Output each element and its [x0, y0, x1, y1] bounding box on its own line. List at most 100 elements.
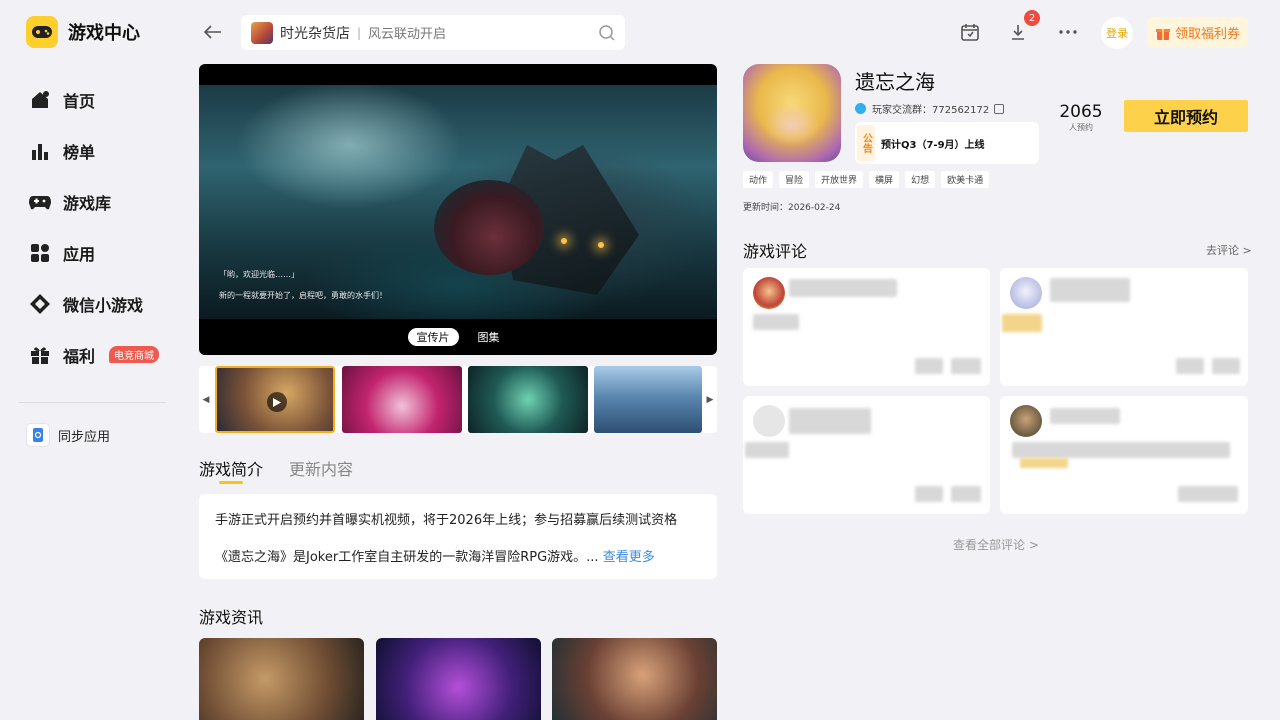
announcement-card: 公告 预计Q3（7-9月）上线	[855, 122, 1039, 164]
blurred-review-text	[1012, 442, 1230, 458]
tab-update-content[interactable]: 更新内容	[289, 456, 353, 480]
review-card[interactable]	[743, 268, 990, 386]
game-tag[interactable]: 动作	[743, 171, 774, 188]
arrow-left-icon	[204, 25, 221, 39]
reservation-count-label: 人预约	[1069, 123, 1093, 132]
ranking-icon	[28, 139, 52, 163]
sidebar: 游戏中心 首页 榜单 游戏库 应用 微信小游戏 福利 电竞商城 同步应用	[0, 0, 183, 720]
news-card[interactable]	[552, 638, 717, 720]
sync-phone-icon	[26, 423, 50, 447]
blurred-meta	[915, 486, 943, 502]
blurred-username	[789, 408, 871, 434]
game-tag[interactable]: 开放世界	[815, 171, 864, 188]
blurred-meta	[1212, 358, 1240, 374]
chevron-left-icon[interactable]: ◀	[199, 390, 213, 410]
go-review-link[interactable]: 去评论 >	[1206, 242, 1252, 258]
blurred-meta	[915, 358, 943, 374]
gamepad-icon	[28, 190, 52, 214]
sidebar-divider	[19, 402, 166, 403]
more-dots-icon	[1059, 30, 1077, 34]
avatar	[753, 405, 785, 437]
sidebar-item-apps[interactable]: 应用	[28, 227, 168, 278]
game-tag[interactable]: 横屏	[869, 171, 900, 188]
sync-apps-button[interactable]: 同步应用	[26, 423, 110, 447]
calendar-button[interactable]	[959, 21, 981, 43]
sidebar-item-welfare[interactable]: 福利 电竞商城	[28, 329, 168, 380]
intro-paragraph-2: 《遗忘之海》是Joker工作室自主研发的一款海洋冒险RPG游戏。... 查看更多	[215, 546, 701, 565]
media-thumbnail[interactable]	[215, 366, 335, 433]
apps-icon	[28, 241, 52, 265]
view-more-link[interactable]: 查看更多	[603, 550, 655, 565]
video-subtitle: 新的一程就要开始了，启程吧，勇敢的水手们！	[219, 291, 387, 300]
blurred-meta	[1178, 486, 1238, 502]
media-thumbnail[interactable]	[594, 366, 702, 433]
blurred-review-text	[753, 314, 799, 330]
claim-coupon-button[interactable]: 领取福利券	[1147, 17, 1248, 48]
media-thumbnail-strip: ◀ ▶	[199, 366, 717, 433]
sidebar-item-ranking[interactable]: 榜单	[28, 125, 168, 176]
search-game-name: 时光杂货店	[280, 25, 350, 42]
news-card[interactable]	[376, 638, 541, 720]
blurred-review-text	[1002, 314, 1042, 332]
gift-icon	[28, 343, 52, 367]
sidebar-item-mini-games[interactable]: 微信小游戏	[28, 278, 168, 329]
player-group-row: 玩家交流群：772562172	[855, 101, 1005, 116]
sidebar-item-home[interactable]: 首页	[28, 74, 168, 125]
sidebar-item-library[interactable]: 游戏库	[28, 176, 168, 227]
sidebar-item-label: 游戏库	[63, 193, 112, 213]
back-button[interactable]	[202, 21, 224, 43]
copy-icon[interactable]	[994, 103, 1005, 114]
trailer-frame: 「哟，欢迎光临……」 新的一程就要开始了，启程吧，勇敢的水手们！	[199, 85, 717, 319]
video-subtitle: 「哟，欢迎光临……」	[219, 270, 299, 279]
view-all-reviews-link[interactable]: 查看全部评论 >	[953, 536, 1039, 553]
tab-gallery[interactable]: 图集	[469, 328, 509, 346]
sea-monster-shape	[434, 180, 544, 275]
download-button[interactable]	[1007, 21, 1029, 43]
search-icon[interactable]	[598, 24, 616, 42]
announcement-text: 预计Q3（7-9月）上线	[881, 139, 985, 151]
tab-trailer[interactable]: 宣传片	[407, 328, 459, 346]
calendar-icon	[961, 24, 979, 41]
sidebar-item-label: 应用	[63, 244, 96, 264]
search-bar[interactable]: 时光杂货店 | 风云联动开启	[241, 15, 625, 50]
media-thumbnail[interactable]	[468, 366, 588, 433]
intro-paragraph: 手游正式开启预约并首曝实机视频，将于2026年上线；参与招募赢后续测试资格	[215, 513, 678, 528]
mini-game-icon	[28, 292, 52, 316]
video-tabs: 宣传片 图集	[199, 319, 717, 355]
chevron-right-icon[interactable]: ▶	[703, 390, 717, 410]
media-thumbnail[interactable]	[342, 366, 462, 433]
game-tag[interactable]: 欧美卡通	[941, 171, 990, 188]
login-button[interactable]: 登录	[1101, 17, 1133, 49]
more-button[interactable]	[1057, 21, 1079, 43]
review-card[interactable]	[1000, 396, 1248, 514]
search-separator: |	[357, 25, 362, 40]
update-time: 更新时间：2026-02-24	[743, 203, 841, 213]
app-title: 游戏中心	[68, 23, 140, 44]
lantern-light	[561, 238, 567, 244]
review-card[interactable]	[1000, 268, 1248, 386]
game-tag[interactable]: 冒险	[779, 171, 810, 188]
video-player[interactable]: 「哟，欢迎光临……」 新的一程就要开始了，启程吧，勇敢的水手们！ 宣传片 图集	[199, 64, 717, 355]
blurred-meta	[1176, 358, 1204, 374]
review-card[interactable]	[743, 396, 990, 514]
game-tag[interactable]: 幻想	[905, 171, 936, 188]
download-icon	[1012, 25, 1024, 40]
sidebar-item-label: 榜单	[63, 142, 96, 162]
home-icon	[28, 88, 52, 112]
lantern-light	[598, 242, 604, 248]
sidebar-nav: 首页 榜单 游戏库 应用 微信小游戏 福利 电竞商城	[28, 74, 168, 380]
blurred-meta	[951, 486, 981, 502]
player-group-text: 玩家交流群：772562172	[872, 105, 990, 116]
blurred-review-text	[745, 442, 789, 458]
blurred-meta	[951, 358, 981, 374]
avatar	[1010, 405, 1042, 437]
reservation-count-number: 2065	[1059, 102, 1103, 122]
coupon-gift-icon	[1155, 28, 1170, 40]
tab-game-intro[interactable]: 游戏简介	[199, 456, 263, 484]
game-tags: 动作 冒险 开放世界 横屏 幻想 欧美卡通	[743, 171, 990, 188]
news-card[interactable]	[199, 638, 364, 720]
reserve-button[interactable]: 立即预约	[1124, 100, 1248, 132]
claim-coupon-label: 领取福利券	[1174, 27, 1240, 42]
announcement-tag: 公告	[857, 125, 875, 161]
game-cover	[743, 64, 841, 162]
